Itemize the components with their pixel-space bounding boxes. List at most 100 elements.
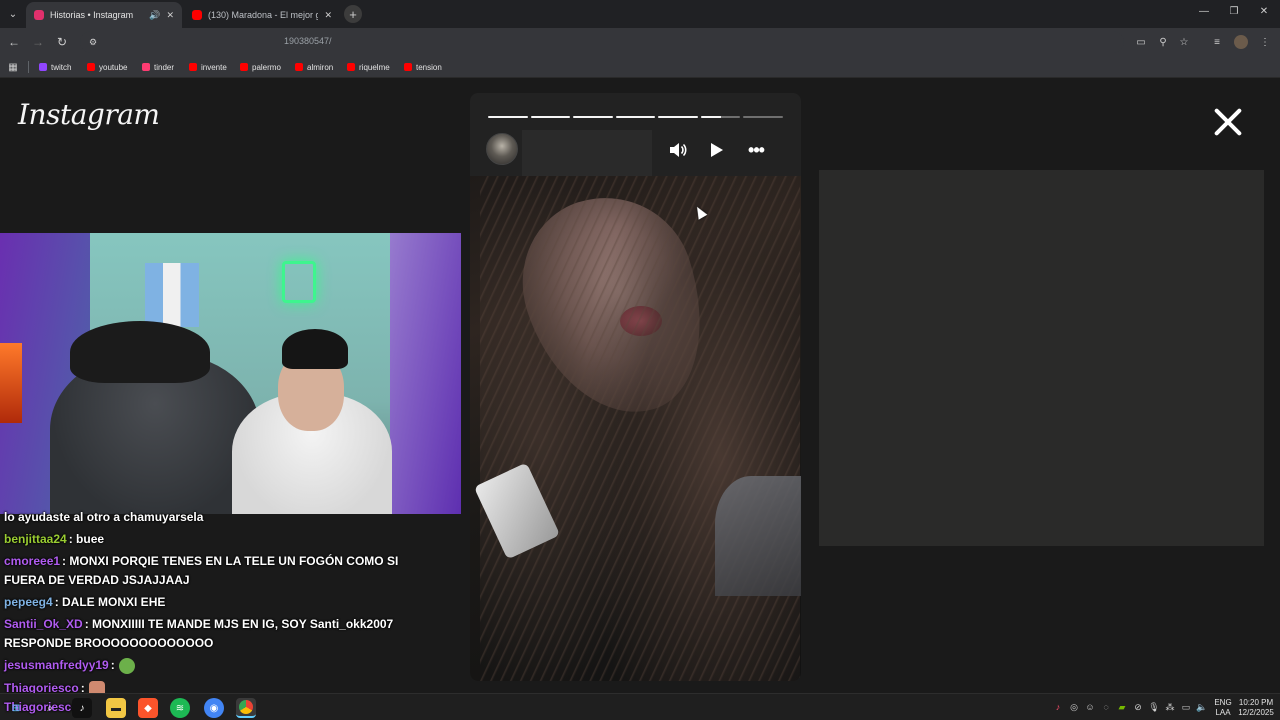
chat-message: cmoreee1: MONXI PORQIE TENES EN LA TELE …: [4, 552, 404, 590]
speaker-icon[interactable]: 🔊: [149, 10, 160, 21]
url-text[interactable]: 190380547/: [284, 36, 332, 46]
tab-bar: ⌄ Historias • Instagram 🔊 ✕ (130) Marado…: [0, 0, 1280, 28]
progress-segment: [615, 116, 656, 118]
chrome-active-icon[interactable]: [236, 698, 256, 718]
bookmark-riquelme[interactable]: riquelme: [347, 60, 390, 74]
progress-segment: [658, 116, 698, 118]
progress-fill: [573, 116, 613, 118]
bookmark-twitch[interactable]: twitch: [39, 60, 71, 74]
apps-grid-icon[interactable]: ▦: [7, 61, 19, 73]
bookmark-label: twitch: [51, 62, 72, 72]
close-icon[interactable]: [1212, 106, 1244, 138]
brave-icon[interactable]: ◆: [138, 698, 158, 718]
chat-text: : MONXI PORQIE TENES EN LA TELE UN FOGÓN…: [4, 554, 399, 587]
menu-kebab-icon[interactable]: ⋮: [1258, 35, 1272, 49]
story-media[interactable]: [470, 176, 801, 681]
tab-close-icon[interactable]: ✕: [324, 10, 332, 21]
tiktok-icon[interactable]: ♪: [72, 698, 92, 718]
streamer-left-cap: [70, 321, 210, 383]
language-code: ENG: [1214, 698, 1232, 707]
chat-username: benjittaa24: [4, 532, 67, 546]
instagram-favicon-icon: [34, 10, 44, 20]
system-clock[interactable]: 10:20 PM 12/2/2025: [1236, 698, 1276, 718]
progress-segment: [743, 116, 784, 118]
bookmark-tension[interactable]: tension: [404, 60, 442, 74]
reload-icon[interactable]: ↻: [54, 34, 70, 50]
story-header: •••: [486, 130, 786, 176]
back-icon[interactable]: ←: [6, 34, 22, 50]
youtube-icon: [240, 63, 248, 71]
tab-youtube[interactable]: (130) Maradona - El mejor gol ... ✕: [184, 2, 340, 28]
play-icon[interactable]: [704, 138, 728, 162]
story-photo-shirt: [715, 476, 801, 596]
tab-search-icon[interactable]: ⌄: [4, 5, 22, 23]
streamer-right-cap: [282, 329, 348, 369]
zoom-icon[interactable]: ⚲: [1156, 35, 1170, 49]
progress-fill: [700, 116, 721, 118]
story-photo-hair: [480, 176, 800, 681]
progress-fill: [530, 116, 571, 118]
progress-segment: [488, 116, 528, 118]
bookmark-palermo[interactable]: palermo: [240, 60, 281, 74]
bookmark-almiron[interactable]: almiron: [295, 60, 333, 74]
search-icon[interactable]: ⌕: [40, 698, 60, 718]
clock-time: 10:20 PM: [1238, 698, 1274, 707]
cast-icon[interactable]: ▭: [1134, 35, 1148, 49]
tab-instagram[interactable]: Historias • Instagram 🔊 ✕: [26, 2, 182, 28]
chat-text: : buee: [68, 532, 105, 546]
bookmarks-divider: [28, 61, 29, 73]
restore-icon[interactable]: ❐: [1226, 6, 1242, 17]
network-icon[interactable]: ▭: [1180, 701, 1192, 713]
bookmark-tinder[interactable]: tinder: [142, 60, 174, 74]
minimize-icon[interactable]: —: [1196, 6, 1212, 17]
progress-fill: [615, 116, 656, 118]
chat-username: cmoreee1: [4, 554, 61, 568]
bookmark-label: tension: [416, 62, 442, 72]
tiktok-tray-icon[interactable]: ♪: [1052, 701, 1064, 713]
discord-tray-icon[interactable]: ☺: [1084, 701, 1096, 713]
media-queue-icon[interactable]: ≡: [1210, 35, 1224, 49]
file-explorer-icon[interactable]: ▬: [106, 698, 126, 718]
clock-date: 12/2/2025: [1238, 708, 1274, 717]
profile-avatar-icon[interactable]: [1234, 35, 1248, 49]
story-viewer[interactable]: •••: [470, 93, 801, 681]
address-bar[interactable]: ⚙ 190380547/: [80, 31, 1124, 53]
tab-close-icon[interactable]: ✕: [166, 10, 174, 21]
bookmark-star-icon[interactable]: ☆: [1177, 35, 1191, 49]
tray-app-icon[interactable]: ⁂: [1164, 701, 1176, 713]
progress-segment: [530, 116, 571, 118]
instagram-logo[interactable]: Instagram: [18, 98, 160, 131]
progress-segment: [573, 116, 613, 118]
tray-app-icon[interactable]: ◌: [1100, 701, 1112, 713]
microphone-tray-icon[interactable]: 🎙: [1148, 701, 1160, 713]
volume-icon[interactable]: 🔈: [1196, 701, 1208, 713]
forward-icon[interactable]: →: [30, 34, 46, 50]
start-icon[interactable]: ⊞: [6, 698, 26, 718]
bookmark-label: tinder: [154, 62, 175, 72]
chat-text: lo ayudaste al otro a chamuyarsela: [4, 510, 204, 524]
bookmark-label: youtube: [99, 62, 128, 72]
window-close-icon[interactable]: ✕: [1256, 6, 1272, 17]
bookmark-invente[interactable]: invente: [189, 60, 227, 74]
next-story-preview[interactable]: [819, 170, 1264, 546]
story-avatar[interactable]: [486, 133, 518, 165]
more-options-icon[interactable]: •••: [744, 138, 768, 162]
youtube-icon: [295, 63, 303, 71]
spotify-icon[interactable]: ≋: [170, 698, 190, 718]
nvidia-tray-icon[interactable]: ▰: [1116, 701, 1128, 713]
bookmark-label: almiron: [307, 62, 334, 72]
language-indicator[interactable]: ENG LAA: [1208, 698, 1238, 718]
scrollbar[interactable]: [1270, 80, 1280, 688]
progress-segment: [700, 116, 741, 118]
windows-taskbar: Thiagoriesco: ⊞ ⌕ ♪ ▬ ◆ ≋ ◉ ♪ ◎ ☺ ◌ ▰ ⊘ …: [0, 693, 1280, 720]
bookmark-youtube[interactable]: youtube: [87, 60, 127, 74]
new-tab-button[interactable]: +: [344, 5, 362, 23]
chat-text: : DALE MONXI EHE: [54, 595, 166, 609]
steam-tray-icon[interactable]: ◎: [1068, 701, 1080, 713]
site-info-icon[interactable]: ⚙: [86, 35, 100, 49]
chrome-icon[interactable]: ◉: [204, 698, 224, 718]
chat-username: jesusmanfredyy19: [4, 658, 109, 672]
bookmark-label: riquelme: [359, 62, 390, 72]
tray-app-icon[interactable]: ⊘: [1132, 701, 1144, 713]
mute-icon[interactable]: [666, 138, 690, 162]
